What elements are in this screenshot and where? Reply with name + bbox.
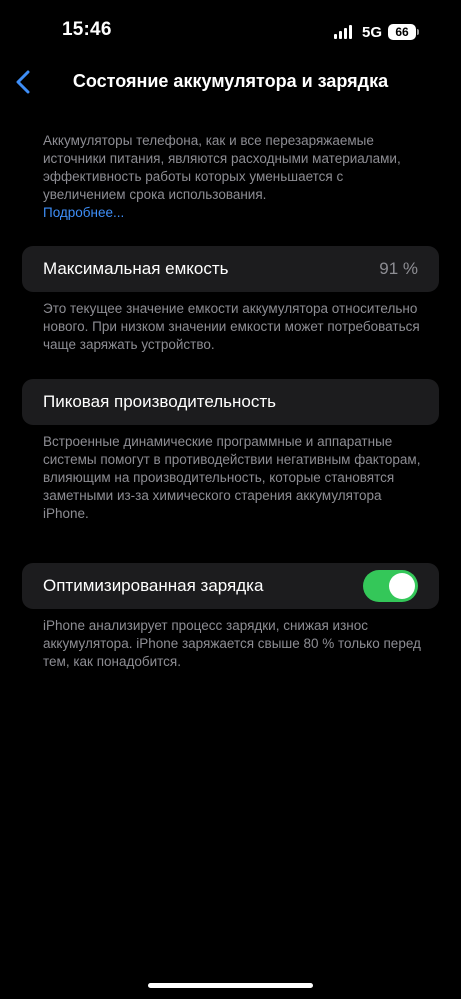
intro-description: Аккумуляторы телефона, как и все перезар… — [43, 132, 423, 222]
max-capacity-footnote: Это текущее значение емкости аккумулятор… — [43, 301, 420, 352]
optimized-charging-row: Оптимизированная зарядка — [22, 563, 439, 609]
navigation-bar: Состояние аккумулятора и зарядка — [0, 60, 461, 104]
max-capacity-label: Максимальная емкость — [43, 259, 229, 278]
optimized-charging-label: Оптимизированная зарядка — [43, 576, 264, 595]
optimized-charging-footnote: iPhone анализирует процесс зарядки, сниж… — [43, 618, 421, 669]
peak-performance-label: Пиковая производительность — [43, 392, 277, 411]
intro-text: Аккумуляторы телефона, как и все перезар… — [43, 133, 401, 202]
home-indicator[interactable] — [148, 983, 313, 988]
status-time: 15:46 — [62, 19, 112, 40]
optimized-charging-toggle[interactable] — [363, 570, 418, 602]
max-capacity-row: Максимальная емкость 91 % — [22, 246, 439, 292]
status-bar: 15:46 5G 66 — [0, 0, 461, 60]
battery-icon: 66 — [388, 24, 419, 40]
cellular-signal-icon — [333, 25, 352, 39]
toggle-knob — [389, 573, 415, 599]
page-title: Состояние аккумулятора и зарядка — [72, 71, 389, 91]
learn-more-link[interactable]: Подробнее... — [43, 204, 423, 222]
status-indicators: 5G 66 — [333, 22, 419, 42]
peak-performance-row: Пиковая производительность — [22, 379, 439, 425]
network-type: 5G — [361, 23, 382, 41]
peak-performance-footnote: Встроенные динамические программные и ап… — [43, 434, 421, 521]
battery-level: 66 — [388, 24, 416, 40]
max-capacity-value: 91 % — [379, 259, 418, 278]
